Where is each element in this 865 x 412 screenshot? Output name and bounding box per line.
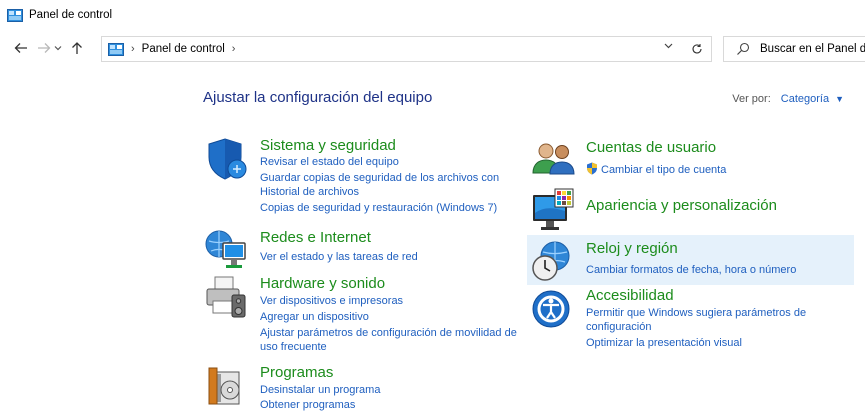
link-windows-suggest-cont[interactable]: configuración xyxy=(586,320,651,334)
link-mobility-settings[interactable]: Ajustar parámetros de configuración de m… xyxy=(260,326,517,340)
up-arrow-icon[interactable] xyxy=(66,33,88,63)
accessibility-icon xyxy=(532,290,570,328)
printer-icon xyxy=(206,276,246,318)
breadcrumb-item[interactable]: Panel de control xyxy=(142,43,225,55)
category-title-link[interactable]: Programas xyxy=(260,364,333,381)
recent-locations-chevron-icon[interactable] xyxy=(51,33,65,63)
category-title-link[interactable]: Apariencia y personalización xyxy=(586,197,777,214)
breadcrumb-separator-icon[interactable]: › xyxy=(131,43,135,55)
link-backup-restore[interactable]: Copias de seguridad y restauración (Wind… xyxy=(260,201,497,215)
control-panel-icon xyxy=(7,8,23,22)
link-network-status[interactable]: Ver el estado y las tareas de red xyxy=(260,250,418,264)
link-add-device[interactable]: Agregar un dispositivo xyxy=(260,310,369,324)
link-change-formats[interactable]: Cambiar formatos de fecha, hora o número xyxy=(586,263,796,277)
link-change-account-type[interactable]: Cambiar el tipo de cuenta xyxy=(586,162,726,177)
shield-icon xyxy=(208,138,247,180)
link-mobility-settings-cont[interactable]: uso frecuente xyxy=(260,340,327,354)
back-arrow-icon[interactable] xyxy=(10,33,32,63)
link-check-status[interactable]: Revisar el estado del equipo xyxy=(260,155,399,169)
link-backup-files-cont[interactable]: Historial de archivos xyxy=(260,185,359,199)
link-backup-files[interactable]: Guardar copias de seguridad de los archi… xyxy=(260,171,499,185)
network-globe-icon xyxy=(205,230,246,268)
link-devices-printers[interactable]: Ver dispositivos e impresoras xyxy=(260,294,403,308)
link-optimize-display[interactable]: Optimizar la presentación visual xyxy=(586,336,742,350)
programs-disc-icon xyxy=(208,367,240,405)
title-bar: Panel de control xyxy=(0,0,865,30)
clock-globe-icon xyxy=(532,241,570,281)
refresh-icon[interactable] xyxy=(681,37,711,61)
address-bar[interactable]: › Panel de control › xyxy=(101,36,712,62)
breadcrumb-separator-icon[interactable]: › xyxy=(232,43,236,55)
link-windows-suggest[interactable]: Permitir que Windows sugiera parámetros … xyxy=(586,306,806,320)
page-title: Ajustar la configuración del equipo xyxy=(203,89,433,106)
search-input[interactable] xyxy=(760,43,865,55)
window-title: Panel de control xyxy=(29,9,113,21)
category-title-link[interactable]: Redes e Internet xyxy=(260,229,371,246)
link-get-programs[interactable]: Obtener programas xyxy=(260,398,355,412)
uac-shield-icon xyxy=(587,162,597,175)
control-panel-icon xyxy=(108,42,124,56)
category-title-link[interactable]: Cuentas de usuario xyxy=(586,139,716,156)
search-icon xyxy=(737,42,750,55)
link-change-account-type-text[interactable]: Cambiar el tipo de cuenta xyxy=(601,164,726,176)
caret-down-icon[interactable]: ▼ xyxy=(835,94,844,104)
address-dropdown-icon[interactable] xyxy=(664,41,673,52)
view-by-selector[interactable]: Ver por: Categoría ▼ xyxy=(732,93,844,105)
navigation-bar: › Panel de control › xyxy=(0,33,865,63)
link-uninstall-program[interactable]: Desinstalar un programa xyxy=(260,383,380,397)
category-title-link[interactable]: Hardware y sonido xyxy=(260,275,385,292)
view-by-value[interactable]: Categoría xyxy=(781,93,829,105)
appearance-monitor-icon xyxy=(533,188,574,230)
category-title-link[interactable]: Accesibilidad xyxy=(586,287,674,304)
search-box[interactable] xyxy=(723,36,865,62)
users-icon xyxy=(532,143,575,175)
category-title-link[interactable]: Sistema y seguridad xyxy=(260,137,396,154)
category-title-link[interactable]: Reloj y región xyxy=(586,240,678,257)
view-by-label: Ver por: xyxy=(732,93,771,105)
